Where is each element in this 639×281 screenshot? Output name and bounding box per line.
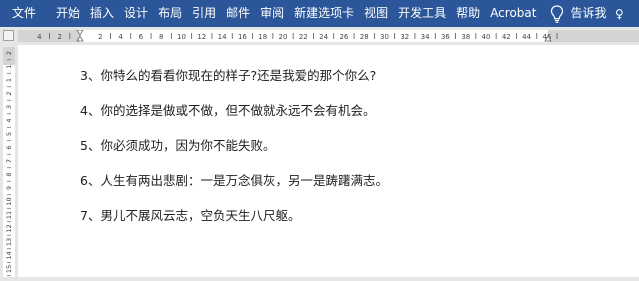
ruler-tick-label: 14 xyxy=(5,251,13,259)
ruler-tick-label: 10 xyxy=(177,33,186,41)
share-icon: ♀ xyxy=(615,6,624,21)
tab-home[interactable]: 开始 xyxy=(56,0,80,27)
ruler-tick-label: 4 xyxy=(5,118,13,122)
ruler-tick-label: 42 xyxy=(502,33,511,41)
tab-mailings[interactable]: 邮件 xyxy=(226,0,250,27)
ruler-tick-label: 10 xyxy=(5,197,13,205)
paragraph-line[interactable]: 6、人生有两出悲剧：一是万念俱灰，另一是踌躇满志。 xyxy=(80,170,388,189)
ruler-tick-label: 8 xyxy=(5,172,13,176)
ruler-tick-label: 3 xyxy=(5,105,13,109)
ruler-tick-label: 12 xyxy=(197,33,206,41)
ruler-tick-label: 7 xyxy=(5,159,13,163)
paragraph-line[interactable]: 4、你的选择是做或不做，但不做就永远不会有机会。 xyxy=(80,100,375,119)
ruler-tick-label: 38 xyxy=(461,33,470,41)
ruler-tick-label: 13 xyxy=(5,238,13,246)
ruler-tick-label: 34 xyxy=(421,33,430,41)
ruler-tick-label: 32 xyxy=(400,33,409,41)
tab-insert[interactable]: 插入 xyxy=(90,0,114,27)
share-button[interactable]: ♀ xyxy=(615,0,639,27)
ruler-tick-label: 4 xyxy=(118,33,123,41)
ruler-bar: 4 2 2 4 6 8 10 12 14 16 18 20 22 24 26 28 30 32 34 36 38 40 42… xyxy=(0,27,639,45)
ruler-tick-label: 12 xyxy=(5,224,13,232)
tab-design[interactable]: 设计 xyxy=(124,0,148,27)
ruler-tick-label: 6 xyxy=(5,145,13,149)
ruler-tick-label: 28 xyxy=(360,33,369,41)
ruler-tick-label: 5 xyxy=(5,132,13,136)
ruler-tick-label: 16 xyxy=(238,33,247,41)
tab-new-tab[interactable]: 新建选项卡 xyxy=(294,0,354,27)
tab-references[interactable]: 引用 xyxy=(192,0,216,27)
ruler-tick-label: 36 xyxy=(441,33,450,41)
ruler-tick-label: 2 xyxy=(5,91,13,95)
ruler-tick-label: 4 xyxy=(37,33,42,41)
ruler-tick-label: 15 xyxy=(5,265,13,273)
ruler-tick-label: 30 xyxy=(380,33,389,41)
ruler-tick-label: 24 xyxy=(319,33,328,41)
document-page[interactable]: 3、你特么的看看你现在的样子?还是我爱的那个你么? 4、你的选择是做或不做，但不… xyxy=(18,45,639,277)
ruler-tick-label: 14 xyxy=(218,33,227,41)
ruler-tick-label: 40 xyxy=(482,33,491,41)
ruler-tick-label: 18 xyxy=(258,33,267,41)
ruler-tick-label: 2 xyxy=(5,51,13,55)
ruler-tick-label: 8 xyxy=(159,33,163,41)
ruler-tick-label: 2 xyxy=(57,33,61,41)
tab-file[interactable]: 文件 xyxy=(12,0,36,27)
paragraph-line[interactable]: 7、男儿不展风云志，空负天生八尺躯。 xyxy=(80,205,300,224)
tab-acrobat[interactable]: Acrobat xyxy=(490,0,536,27)
ruler-tick-label: 26 xyxy=(339,33,348,41)
ruler-tick-label: 2 xyxy=(98,33,102,41)
ruler-tick-label: 11 xyxy=(5,211,13,219)
ruler-tick-label: 6 xyxy=(139,33,144,41)
tab-help[interactable]: 帮助 xyxy=(456,0,480,27)
ruler-tick-label: 9 xyxy=(5,186,13,190)
tab-review[interactable]: 审阅 xyxy=(260,0,284,27)
paragraph-line[interactable]: 3、你特么的看看你现在的样子?还是我爱的那个你么? xyxy=(80,65,376,84)
tab-developer[interactable]: 开发工具 xyxy=(398,0,446,27)
ruler-tick-label: 44 xyxy=(522,33,531,41)
ruler-tick-label: 22 xyxy=(299,33,308,41)
tab-selector[interactable] xyxy=(3,30,14,41)
ruler-text-area xyxy=(80,30,548,42)
lightbulb-icon[interactable] xyxy=(550,4,564,24)
tab-layout[interactable]: 布局 xyxy=(158,0,182,27)
tab-view[interactable]: 视图 xyxy=(364,0,388,27)
ruler-tick-label: 1 xyxy=(5,64,13,68)
paragraph-line[interactable]: 5、你必须成功，因为你不能失败。 xyxy=(80,135,275,154)
tell-me-search[interactable]: 告诉我 xyxy=(570,0,606,27)
ribbon-tab-bar: 文件 开始 插入 设计 布局 引用 邮件 审阅 新建选项卡 视图 开发工具 帮助… xyxy=(0,0,639,27)
horizontal-ruler[interactable]: 4 2 2 4 6 8 10 12 14 16 18 20 22 24 26 28 30 32 34 36 38 40 42… xyxy=(18,30,639,42)
ruler-tick-label: 1 xyxy=(5,78,13,82)
ruler-tick-label: 20 xyxy=(279,33,288,41)
vertical-ruler[interactable]: 2 1 1 2 3 4 5 6 7 8 9 10 11 12 13 14 15 xyxy=(3,47,15,277)
